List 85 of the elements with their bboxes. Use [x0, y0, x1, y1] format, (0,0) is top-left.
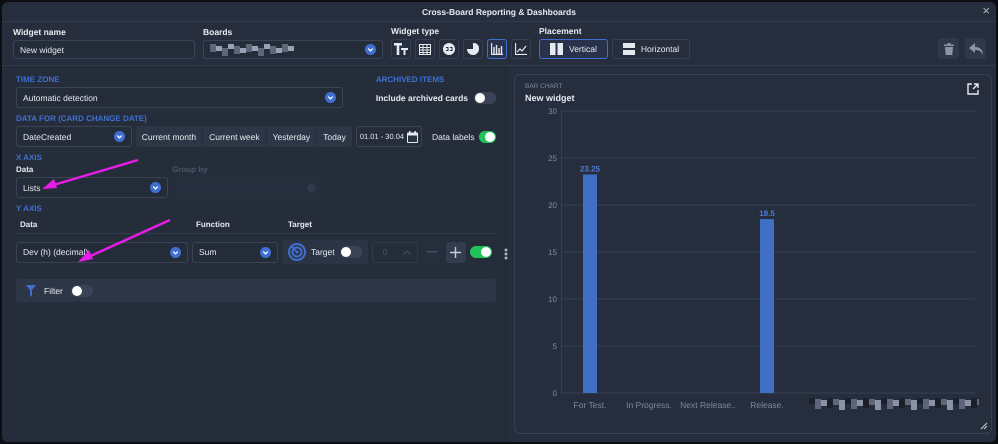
widget-type-button[interactable]	[463, 39, 483, 59]
field-label: Data	[16, 165, 34, 174]
toggle-switch[interactable]	[474, 92, 496, 104]
toggle-label: Include archived cards	[376, 92, 468, 102]
date-field-select[interactable]: DateCreated	[16, 126, 132, 147]
calendar-icon	[407, 130, 418, 142]
up-caret-icon	[402, 250, 411, 254]
x-category-label: Release.	[750, 400, 784, 410]
columns-icon	[550, 43, 563, 55]
number-icon	[443, 43, 455, 55]
y-tick-label: 30	[548, 107, 557, 116]
chevron-icon	[325, 92, 336, 103]
y-tick-label: 20	[548, 201, 557, 210]
toggle-switch[interactable]	[340, 246, 362, 258]
field-label: Widget type	[391, 26, 440, 36]
y-tick-label: 5	[552, 342, 557, 351]
window-title: Cross-Board Reporting & Dashboards	[422, 6, 576, 16]
chevron-icon	[260, 246, 271, 258]
boards-select[interactable]	[203, 40, 383, 59]
funnel-icon	[26, 284, 36, 296]
field-label: Placement	[539, 26, 583, 36]
text-icon	[394, 43, 408, 55]
x-category-label: Next Release..	[680, 400, 736, 410]
field-label: Boards	[203, 27, 234, 37]
pie-icon	[467, 43, 479, 55]
target-icon	[288, 243, 306, 261]
x-category-label: In Progress.	[626, 400, 672, 410]
chevron-icon	[150, 182, 161, 193]
y-tick-label: 15	[548, 248, 557, 257]
resize-handle-icon[interactable]	[980, 422, 988, 430]
toggle-switch[interactable]	[470, 246, 492, 258]
toggle-switch[interactable]	[70, 284, 93, 296]
widget-type-button[interactable]	[439, 39, 459, 59]
undo-button[interactable]	[965, 38, 986, 59]
plus-icon	[450, 246, 462, 258]
bar-chart-icon	[491, 43, 503, 55]
section-heading: X AXIS	[16, 153, 43, 162]
field-label: Widget name	[13, 27, 67, 37]
data-label: 18.5	[759, 209, 775, 218]
period-button[interactable]: Current week	[203, 126, 267, 147]
placement-button[interactable]: Horizontal	[612, 39, 690, 59]
column-header: Data	[20, 220, 38, 229]
delete-button[interactable]	[938, 38, 959, 59]
y-data-select[interactable]: Dev (h) (decimal)	[16, 242, 188, 262]
section-heading: Y AXIS	[16, 204, 43, 213]
period-button[interactable]: Yesterday	[266, 126, 318, 147]
line-chart-icon	[515, 43, 527, 55]
y-tick-label: 0	[552, 389, 557, 398]
chevron-icon	[365, 44, 376, 55]
section-heading: ARCHIVED ITEMS	[376, 75, 446, 84]
widget-type-button[interactable]	[487, 39, 507, 59]
minus-icon	[426, 251, 437, 253]
x-data-select[interactable]: Lists	[16, 177, 168, 198]
section-heading: TIME ZONE	[16, 75, 61, 84]
rows-icon	[622, 43, 635, 55]
chart-title: New widget	[525, 93, 575, 103]
table-icon	[419, 44, 431, 54]
chevron-icon	[114, 131, 125, 142]
trash-icon	[944, 42, 954, 54]
column-header: Function	[196, 220, 231, 229]
external-link-icon[interactable]	[967, 83, 979, 95]
widget-type-button[interactable]	[415, 39, 435, 59]
column-header: Target	[288, 220, 312, 229]
placement-button[interactable]: Vertical	[539, 39, 608, 59]
function-select[interactable]: Sum	[192, 242, 278, 262]
toggle-switch[interactable]	[478, 130, 496, 142]
reply-arrow-icon	[968, 42, 982, 54]
period-button[interactable]: Today	[317, 126, 352, 147]
widget-type-button[interactable]	[511, 39, 531, 59]
x-category-label: For Test.	[574, 400, 606, 410]
plus-button[interactable]	[446, 242, 466, 262]
close-button[interactable]: ×	[982, 4, 990, 18]
toggle-label: Target	[311, 247, 335, 257]
widget-name-field[interactable]: New widget	[13, 40, 195, 59]
toggle-label: Data labels	[432, 132, 475, 142]
period-button[interactable]: Current month	[136, 126, 204, 147]
y-tick-label: 10	[548, 295, 557, 304]
y-tick-label: 25	[548, 154, 557, 163]
chevron-icon	[170, 246, 181, 258]
drag-handle-icon[interactable]	[504, 248, 508, 260]
data-label: 23.25	[580, 164, 600, 174]
time-zone-select[interactable]: Automatic detection	[16, 87, 343, 108]
toggle-label: Filter	[44, 286, 63, 296]
section-heading: DATA FOR (CARD CHANGE DATE)	[16, 114, 148, 123]
widget-type-button[interactable]	[391, 39, 411, 59]
